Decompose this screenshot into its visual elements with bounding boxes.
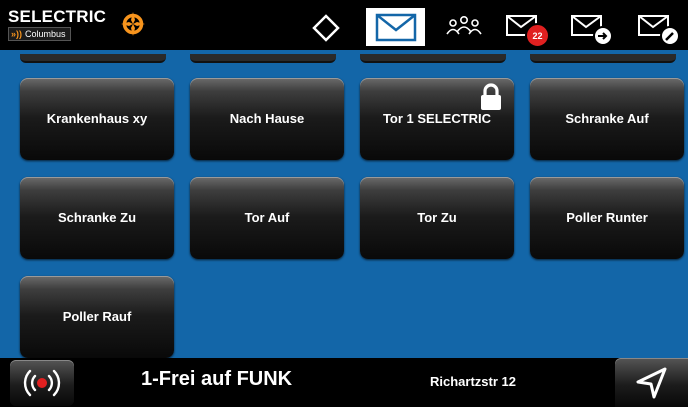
tile-label: Tor Zu bbox=[417, 209, 457, 225]
status-bar bbox=[0, 358, 688, 407]
outbox-button[interactable] bbox=[570, 11, 614, 47]
tile-label: Tor Auf bbox=[244, 209, 290, 225]
group-icon[interactable] bbox=[444, 15, 484, 39]
scrolled-tile-edge bbox=[360, 54, 506, 63]
mail-send-icon bbox=[571, 15, 613, 46]
brand-tag: »)) bbox=[11, 29, 22, 39]
brand-logo: SELECTRIC »)) Columbus bbox=[8, 7, 145, 45]
tile-label: Poller Rauf bbox=[62, 308, 132, 324]
quick-message-tile[interactable]: Tor Auf bbox=[190, 177, 344, 259]
tile-label: Krankenhaus xy bbox=[46, 110, 148, 126]
quick-message-tile[interactable]: Schranke Auf bbox=[530, 78, 684, 160]
tile-label: Nach Hause bbox=[229, 110, 305, 126]
quick-message-tile[interactable]: Schranke Zu bbox=[20, 177, 174, 259]
navigation-button[interactable] bbox=[615, 358, 688, 407]
diamond-icon[interactable] bbox=[312, 14, 340, 42]
radio-button[interactable] bbox=[10, 360, 74, 406]
quick-message-tile[interactable]: Nach Hause bbox=[190, 78, 344, 160]
brand-name: SELECTRIC bbox=[8, 7, 107, 26]
quick-message-tile[interactable]: Tor Zu bbox=[360, 177, 514, 259]
tile-label: Schranke Auf bbox=[565, 110, 649, 126]
quick-message-tile[interactable]: Poller Rauf bbox=[20, 276, 174, 358]
scrolled-tile-edge bbox=[190, 54, 336, 63]
unread-count-badge: 22 bbox=[525, 23, 550, 48]
brand-subtitle-text: Columbus bbox=[25, 29, 66, 39]
current-location: Richartzstr 12 bbox=[430, 374, 516, 389]
quick-message-tile[interactable]: Krankenhaus xy bbox=[20, 78, 174, 160]
scrolled-tile-edge bbox=[530, 54, 676, 63]
channel-status: 1-Frei auf FUNK bbox=[141, 368, 293, 390]
mail-edit-icon bbox=[638, 15, 680, 46]
compose-button[interactable] bbox=[637, 11, 681, 47]
messages-tab-active[interactable] bbox=[366, 8, 425, 46]
quick-message-tile[interactable]: Poller Runter bbox=[530, 177, 684, 259]
inbox-button[interactable]: 22 bbox=[505, 11, 550, 48]
lock-icon bbox=[481, 83, 501, 110]
tile-label: Poller Runter bbox=[566, 209, 648, 225]
quick-message-tile[interactable]: Tor 1 SELECTRIC bbox=[360, 78, 514, 160]
brand-subtitle: »)) Columbus bbox=[8, 27, 71, 41]
send-arrow-icon bbox=[636, 367, 666, 398]
tile-label: Tor 1 SELECTRIC bbox=[382, 110, 492, 126]
radio-signal-icon bbox=[23, 369, 61, 397]
compass-logo-icon bbox=[121, 12, 145, 36]
tile-label: Schranke Zu bbox=[57, 209, 137, 225]
mail-icon bbox=[375, 13, 417, 42]
scrolled-tile-edge bbox=[20, 54, 166, 63]
